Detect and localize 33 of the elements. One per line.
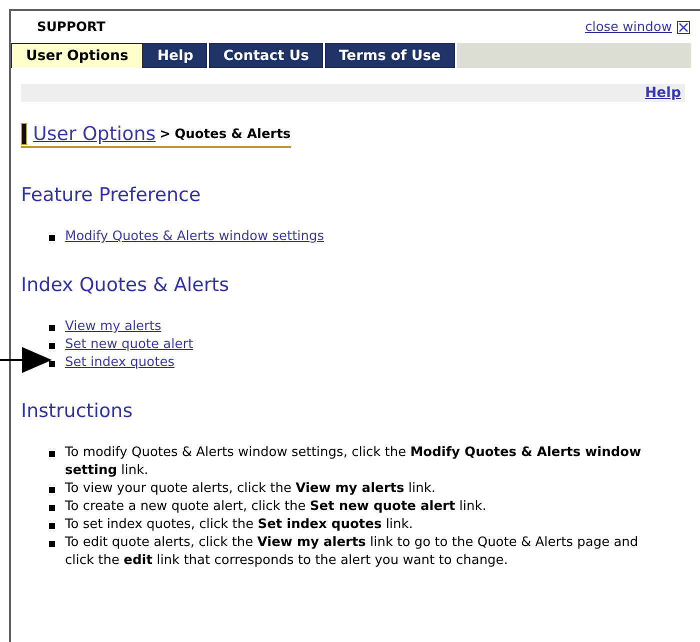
bullet-icon: [49, 505, 55, 511]
close-icon[interactable]: [677, 20, 690, 34]
option-link[interactable]: Set new quote alert: [65, 336, 194, 354]
instruction-text: To view your quote alerts, click the View my alerts link.: [65, 480, 436, 498]
instruction-text: To modify Quotes & Alerts window settings, click the Modify Quotes & Alerts window setting link.: [65, 444, 642, 480]
breadcrumb-current: Quotes & Alerts: [174, 126, 291, 142]
instruction-text: To create a new quote alert, click the Set new quote alert link.: [65, 498, 486, 516]
bullet-icon: [49, 235, 55, 241]
bullet-icon: [49, 343, 55, 349]
window-title: SUPPORT: [37, 20, 106, 34]
pointer-arrow: [0, 346, 52, 374]
close-window-link[interactable]: close window: [585, 20, 672, 34]
option-link[interactable]: View my alerts: [65, 318, 162, 336]
breadcrumb-separator: >: [160, 126, 171, 142]
tab[interactable]: Terms of Use: [324, 43, 457, 68]
bullet-icon: [49, 451, 55, 457]
bullet-icon: [49, 361, 55, 367]
bullet-icon: [49, 523, 55, 529]
bullet-icon: [49, 541, 55, 547]
tab[interactable]: User Options: [11, 43, 144, 68]
option-link[interactable]: Modify Quotes & Alerts window settings: [65, 228, 324, 246]
instruction-text: To set index quotes, click the Set index quotes link.: [65, 516, 413, 534]
help-link[interactable]: Help: [644, 85, 681, 101]
tab[interactable]: Contact Us: [209, 43, 325, 68]
instruction-text: To edit quote alerts, click the View my alerts link to go to the Quote & Alerts page and click the edit link that corresponds to the alert you want to change.: [65, 534, 640, 570]
tab[interactable]: Help: [143, 43, 210, 68]
bullet-icon: [49, 487, 55, 493]
section-heading: Index Quotes & Alerts: [21, 274, 230, 296]
breadcrumb-link[interactable]: User Options: [33, 123, 156, 145]
option-link[interactable]: Set index quotes: [65, 354, 174, 372]
section-heading: Feature Preference: [21, 184, 202, 206]
bullet-icon: [49, 325, 55, 331]
section-heading: Instructions: [21, 400, 134, 422]
